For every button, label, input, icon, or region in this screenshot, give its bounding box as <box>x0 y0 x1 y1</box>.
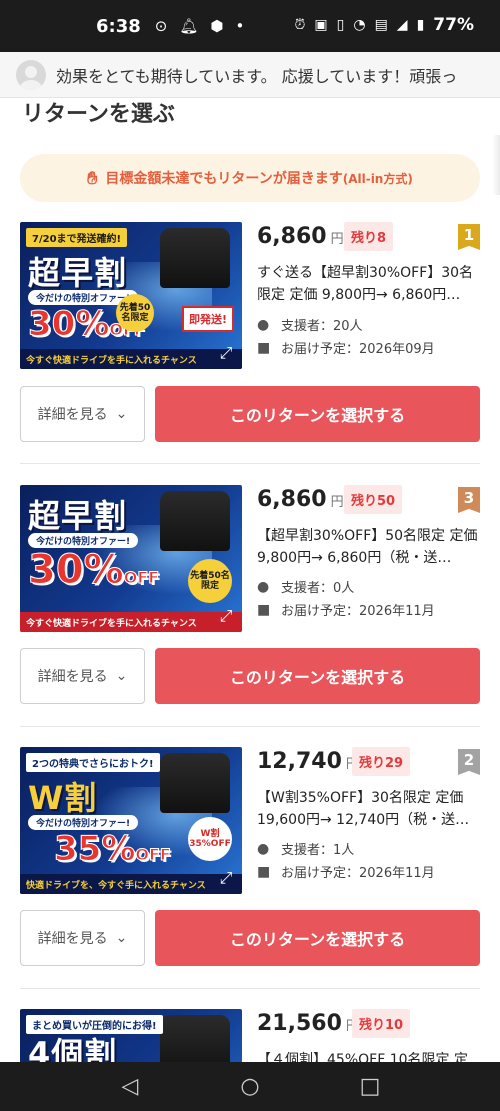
seat-image <box>160 491 230 551</box>
select-reward-button[interactable]: このリターンを選択する <box>155 910 480 966</box>
dot-icon: • <box>235 17 245 35</box>
wifi-icon: ◔ <box>353 17 366 33</box>
avatar <box>16 59 46 90</box>
expand-icon[interactable]: ⤢ <box>216 606 236 626</box>
recents-icon[interactable]: □ <box>350 1074 390 1099</box>
reward-description: 【超早割30%OFF】50名限定 定価 9,800円→ 6,860円（税・送… <box>257 528 478 566</box>
system-nav-bar: ◁ ○ □ <box>0 1062 500 1111</box>
delivery-date: ■ お届け予定：2026年09月 <box>257 339 435 358</box>
fc-icon: ⊙ <box>154 17 168 35</box>
thumb-main-text: 超早割 <box>28 497 128 535</box>
expand-icon[interactable]: ⤢ <box>216 868 236 888</box>
battery-percent: 77% <box>433 15 474 35</box>
notice-text: 目標金額未達でもリターンが届きます <box>105 171 343 187</box>
stock-badge: 残り8 <box>344 222 394 251</box>
supporters-count: ● 支援者：0人 <box>257 578 355 597</box>
detail-button[interactable]: 詳細を見る ⌄ <box>20 386 145 442</box>
thumb-percent: 35%OFF <box>53 829 171 870</box>
truck-icon: ■ <box>257 601 271 618</box>
thumb-percent: 30%OFF <box>28 547 160 594</box>
chevron-down-icon: ⌄ <box>115 406 128 422</box>
hand-gift-icon: ✋︎ <box>87 167 98 189</box>
volte-icon: ▤ <box>374 17 388 33</box>
supporters-count: ● 支援者：1人 <box>257 840 355 859</box>
reward-price: 6,860 円 <box>257 487 344 512</box>
reward-card: 7/20まで発送確約! 超早割 今だけの特別オファー! 30%OFF 先着50名… <box>20 222 480 452</box>
reward-price: 6,860 円 <box>257 224 344 249</box>
status-icons: ⏰︎ ▣ ▯ ◔ ▤ ◢ ▮ 77% <box>294 15 474 35</box>
select-reward-button[interactable]: このリターンを選択する <box>155 648 480 704</box>
shield-icon: ⬢ <box>210 17 224 35</box>
truck-icon: ■ <box>257 339 271 356</box>
reward-card: まとめ買いが圧倒的にお得! 4個割 21,560円 残り10 【４個割】45%O… <box>20 1009 480 1062</box>
supporters-count: ● 支援者：20人 <box>257 316 363 335</box>
thumb-main-text: 超早割 <box>28 254 128 292</box>
person-icon: ● <box>257 578 270 595</box>
vibrate-icon: ▯ <box>336 17 345 33</box>
back-icon[interactable]: ◁ <box>110 1074 150 1099</box>
person-icon: ● <box>257 840 270 857</box>
notice-sub: (All-in方式) <box>342 171 413 186</box>
stock-badge: 残り10 <box>352 1009 411 1038</box>
chevron-down-icon: ⌄ <box>115 930 128 946</box>
expand-icon[interactable]: ⤢ <box>216 343 236 363</box>
stock-badge: 残り29 <box>352 747 411 776</box>
reward-description: 【４個割】45%OFF 10名限定 定 <box>257 1052 468 1062</box>
comment-ticker[interactable]: 効果をとても期待しています。 応援しています！頑張っ <box>0 52 500 98</box>
select-reward-button[interactable]: このリターンを選択する <box>155 386 480 442</box>
chevron-down-icon: ⌄ <box>115 668 128 684</box>
reward-price: 12,740円 <box>257 749 359 774</box>
status-time: 6:38 <box>96 15 141 37</box>
divider <box>20 726 480 727</box>
thumb-top-text: 7/20まで発送確約! <box>26 228 128 247</box>
all-in-notice: ✋︎ 目標金額未達でもリターンが届きます (All-in方式) <box>20 154 480 202</box>
seat-image <box>160 753 230 813</box>
divider <box>20 463 480 464</box>
alarm-icon: ⏰︎ <box>294 17 306 33</box>
ticker-text: 効果をとても期待しています。 応援しています！頑張っ <box>56 66 458 86</box>
thumb-badge: 先着50名限定 <box>188 559 232 603</box>
rank-badge: 2 <box>458 749 480 775</box>
divider <box>20 988 480 989</box>
reward-description: 【W割35%OFF】30名限定 定価 19,600円→ 12,740円（税・送… <box>257 790 470 828</box>
thumb-main-text: 4個割 <box>28 1035 118 1062</box>
reward-description: すぐ送る【超早割30%OFF】30名限定 定価 9,800円→ 6,860円… <box>257 265 474 303</box>
reward-thumbnail[interactable]: 7/20まで発送確約! 超早割 今だけの特別オファー! 30%OFF 先着50名… <box>20 222 242 369</box>
truck-icon: ■ <box>257 863 271 880</box>
thumb-bottom-text: 快適ドライブを、今すぐ手に入れるチャンス <box>20 874 242 894</box>
signal-icon: ◢ <box>396 17 408 33</box>
thumb-badge: 先着50名限定 <box>116 294 154 332</box>
section-title: リターンを選ぶ <box>22 102 175 127</box>
thumb-sub-text: 今だけの特別オファー! <box>28 815 139 830</box>
delivery-date: ■ お届け予定：2026年11月 <box>257 863 435 882</box>
seat-image <box>160 228 230 288</box>
reward-card: 2つの特典でさらにおトク! W割 今だけの特別オファー! 35%OFF W割35… <box>20 747 480 977</box>
person-icon: ● <box>257 316 270 333</box>
battery-icon: ▮ <box>416 17 425 33</box>
delivery-date: ■ お届け予定：2026年11月 <box>257 601 435 620</box>
reward-price: 21,560円 <box>257 1011 359 1036</box>
stock-badge: 残り50 <box>344 485 403 514</box>
thumb-top-text: 2つの特典でさらにおトク! <box>26 753 160 772</box>
nfc-icon: ▣ <box>314 17 328 33</box>
thumb-main-text: W割 <box>28 779 98 817</box>
thumb-bottom-text: 今すぐ快適ドライブを手に入れるチャンス <box>20 349 242 369</box>
status-bar: 6:38 ⊙ 🔔︎ ⬢ • ⏰︎ ▣ ▯ ◔ ▤ ◢ ▮ 77% <box>0 0 500 52</box>
thumb-sub-text: 今だけの特別オファー! <box>28 533 139 548</box>
scroll-edge <box>492 135 500 195</box>
thumb-badge: W割35%OFF <box>188 817 232 861</box>
reward-thumbnail[interactable]: 2つの特典でさらにおトク! W割 今だけの特別オファー! 35%OFF W割35… <box>20 747 242 894</box>
thumb-ship-label: 即発送! <box>181 306 234 332</box>
reward-thumbnail[interactable]: 超早割 今だけの特別オファー! 30%OFF 先着50名限定 今すぐ快適ドライブ… <box>20 485 242 632</box>
reward-thumbnail[interactable]: まとめ買いが圧倒的にお得! 4個割 <box>20 1009 242 1062</box>
rank-badge: 1 <box>458 224 480 250</box>
bell-icon: 🔔︎ <box>179 17 199 35</box>
thumb-bottom-text: 今すぐ快適ドライブを手に入れるチャンス <box>20 612 242 632</box>
rank-badge: 3 <box>458 487 480 513</box>
reward-card: 超早割 今だけの特別オファー! 30%OFF 先着50名限定 今すぐ快適ドライブ… <box>20 485 480 715</box>
home-icon[interactable]: ○ <box>230 1074 270 1099</box>
seat-image <box>160 1015 230 1062</box>
detail-button[interactable]: 詳細を見る ⌄ <box>20 910 145 966</box>
detail-button[interactable]: 詳細を見る ⌄ <box>20 648 145 704</box>
